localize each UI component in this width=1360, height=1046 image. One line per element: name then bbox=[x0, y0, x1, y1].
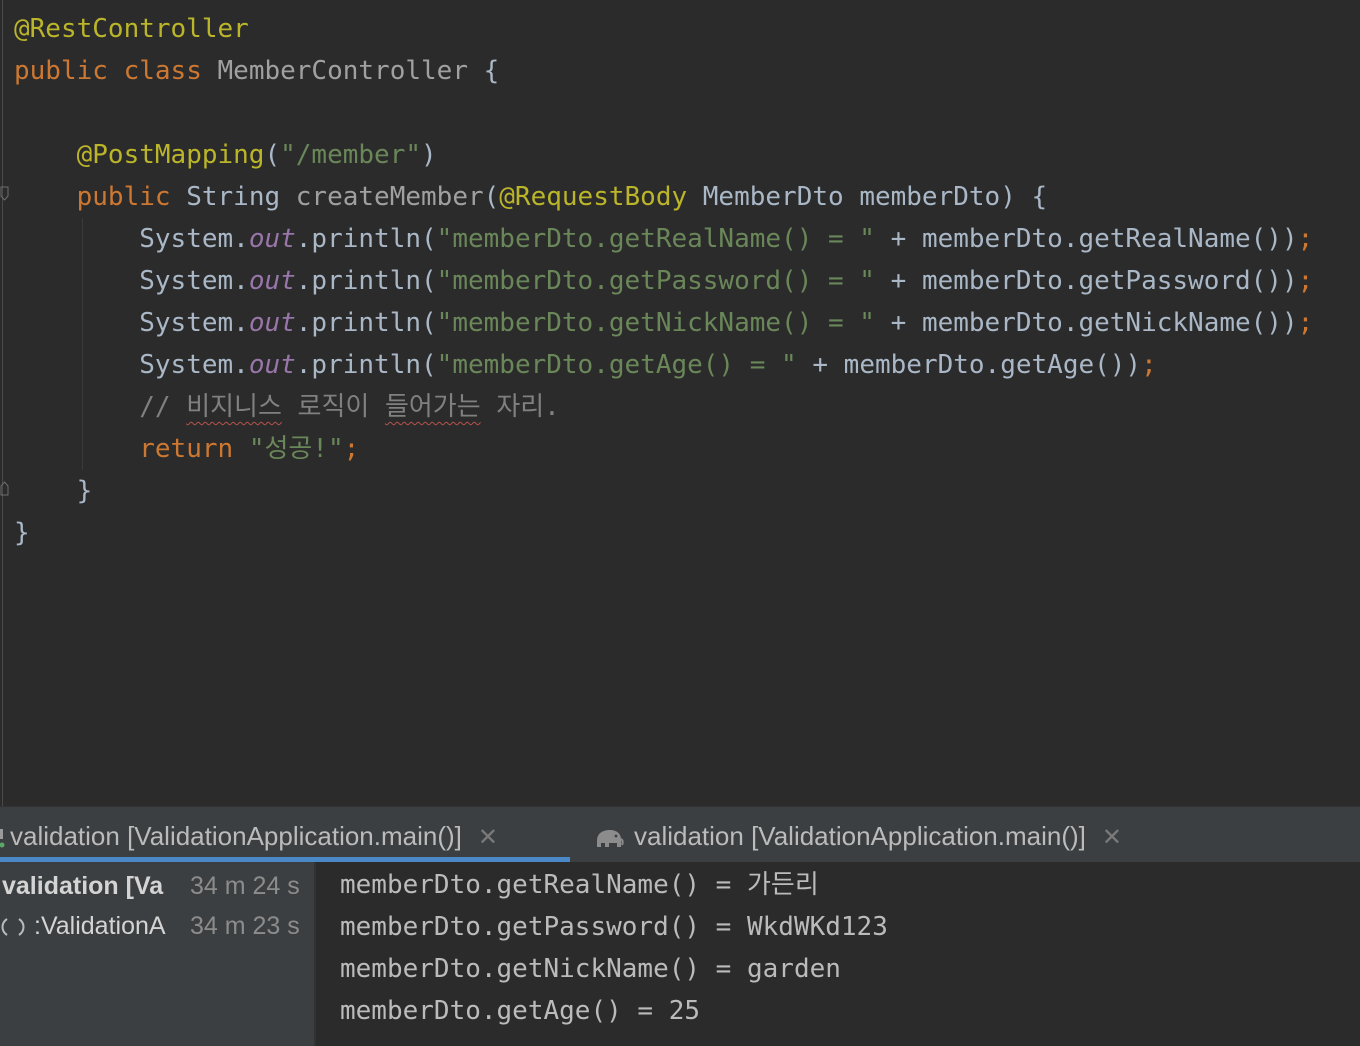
tree-item[interactable]: :ValidationA 34 m 23 s bbox=[0, 906, 314, 946]
spinner-icon bbox=[0, 909, 26, 949]
keyword: class bbox=[123, 56, 202, 86]
tree-item-label: validation [Va bbox=[2, 872, 164, 900]
keyword: return bbox=[139, 434, 234, 464]
code-line-8: System.out.println("memberDto.getNickNam… bbox=[14, 302, 1313, 344]
string-literal: "memberDto.getNickName() = " bbox=[436, 308, 875, 338]
tab-close-icon[interactable]: ✕ bbox=[478, 824, 498, 851]
code-line-10: // 비지니스 로직이 들어가는 자리. bbox=[14, 386, 560, 428]
annotation: @PostMapping bbox=[76, 140, 265, 170]
plus-operator: + bbox=[874, 266, 922, 296]
console-line: memberDto.getNickName() = garden bbox=[340, 954, 841, 984]
print-call: .println( bbox=[295, 266, 437, 296]
brace: } bbox=[76, 476, 93, 506]
static-field: out bbox=[248, 224, 296, 254]
brace: { bbox=[483, 56, 500, 86]
elephant-icon bbox=[594, 811, 624, 869]
tree-item[interactable]: validation [Va 34 m 24 s bbox=[0, 866, 314, 906]
tab-validation[interactable]: validation [ValidationApplication.main()… bbox=[594, 807, 1122, 863]
semicolon: ; bbox=[343, 434, 360, 464]
tab-label: validation [ValidationApplication.main()… bbox=[634, 821, 1086, 851]
string-literal: "성공!" bbox=[248, 434, 344, 464]
code-line-11: return "성공!"; bbox=[14, 428, 359, 470]
brace: } bbox=[14, 518, 30, 548]
keyword: public bbox=[14, 56, 108, 86]
tree-item-time: 34 m 24 s bbox=[190, 872, 300, 900]
print-prefix: System. bbox=[139, 266, 249, 296]
static-field: out bbox=[248, 350, 296, 380]
console-line: memberDto.getPassword() = WkdWKd123 bbox=[340, 912, 888, 942]
expression: memberDto.getPassword()) bbox=[921, 266, 1298, 296]
code-editor[interactable]: @RestController public class MemberContr… bbox=[0, 0, 1360, 806]
print-call: .println( bbox=[295, 350, 437, 380]
code-line-12: } bbox=[14, 470, 93, 512]
run-tool-window: validation [ValidationApplication.main()… bbox=[0, 806, 1360, 1046]
code-line-5: public String createMember(@RequestBody … bbox=[14, 176, 1048, 218]
string-literal: "memberDto.getPassword() = " bbox=[436, 266, 875, 296]
semicolon: ; bbox=[1141, 350, 1157, 380]
tab-close-icon[interactable]: ✕ bbox=[1102, 824, 1122, 851]
comment-word: 자리. bbox=[496, 392, 560, 422]
console-output[interactable]: memberDto.getRealName() = 가든리 memberDto.… bbox=[316, 862, 1360, 1046]
paren: ( bbox=[483, 182, 500, 212]
plus-operator: + bbox=[874, 308, 922, 338]
print-prefix: System. bbox=[139, 350, 249, 380]
string-literal: "memberDto.getAge() = " bbox=[436, 350, 797, 380]
code-line-2: public class MemberController { bbox=[14, 50, 499, 92]
gutter-border bbox=[2, 0, 3, 806]
console-line: memberDto.getRealName() = 가든리 bbox=[340, 870, 819, 900]
tab-validation-active[interactable]: validation [ValidationApplication.main()… bbox=[10, 807, 498, 863]
static-field: out bbox=[248, 308, 296, 338]
console-line: memberDto.getAge() = 25 bbox=[340, 996, 701, 1026]
comment-word: 들어가는 bbox=[384, 392, 481, 422]
tree-item-label: :ValidationA bbox=[34, 912, 166, 940]
code-line-6: System.out.println("memberDto.getRealNam… bbox=[14, 218, 1313, 260]
type-name: String bbox=[186, 182, 281, 212]
paren: ) bbox=[421, 140, 437, 170]
expression: memberDto.getAge()) bbox=[843, 350, 1142, 380]
code-line-9: System.out.println("memberDto.getAge() =… bbox=[14, 344, 1157, 386]
print-call: .println( bbox=[295, 308, 437, 338]
print-prefix: System. bbox=[139, 308, 249, 338]
print-prefix: System. bbox=[139, 224, 249, 254]
run-tab-bar: validation [ValidationApplication.main()… bbox=[0, 806, 1360, 863]
comment-word: 로직이 bbox=[297, 392, 370, 422]
semicolon: ; bbox=[1297, 266, 1314, 296]
paren: ( bbox=[264, 140, 281, 170]
print-call: .println( bbox=[295, 224, 437, 254]
comment-word: 비지니스 bbox=[186, 392, 282, 422]
tab-label: validation [ValidationApplication.main()… bbox=[10, 821, 462, 851]
annotation: @RequestBody bbox=[499, 182, 688, 212]
code-line-4: @PostMapping("/member") bbox=[14, 134, 437, 176]
code-line-7: System.out.println("memberDto.getPasswor… bbox=[14, 260, 1313, 302]
code-line-13: } bbox=[14, 512, 30, 554]
fold-marker-icon[interactable] bbox=[0, 186, 9, 202]
comment-prefix: // bbox=[139, 392, 187, 422]
annotation: @RestController bbox=[14, 14, 249, 44]
run-indicator-icon bbox=[0, 829, 6, 849]
semicolon: ; bbox=[1297, 308, 1314, 338]
plus-operator: + bbox=[874, 224, 922, 254]
code-line-1: @RestController bbox=[14, 8, 249, 50]
plus-operator: + bbox=[796, 350, 844, 380]
tree-item-time: 34 m 23 s bbox=[190, 912, 300, 940]
static-field: out bbox=[248, 266, 296, 296]
expression: memberDto.getNickName()) bbox=[921, 308, 1298, 338]
class-name: MemberController bbox=[217, 56, 468, 86]
keyword: public bbox=[76, 182, 171, 212]
string-literal: "/member" bbox=[280, 140, 422, 170]
string-literal: "memberDto.getRealName() = " bbox=[436, 224, 875, 254]
run-tree: validation [Va 34 m 24 s :ValidationA 34… bbox=[0, 862, 314, 1046]
parameters: MemberDto memberDto) { bbox=[702, 182, 1048, 212]
method-name: createMember bbox=[295, 182, 484, 212]
fold-marker-icon[interactable] bbox=[0, 480, 9, 496]
semicolon: ; bbox=[1297, 224, 1314, 254]
expression: memberDto.getRealName()) bbox=[921, 224, 1298, 254]
